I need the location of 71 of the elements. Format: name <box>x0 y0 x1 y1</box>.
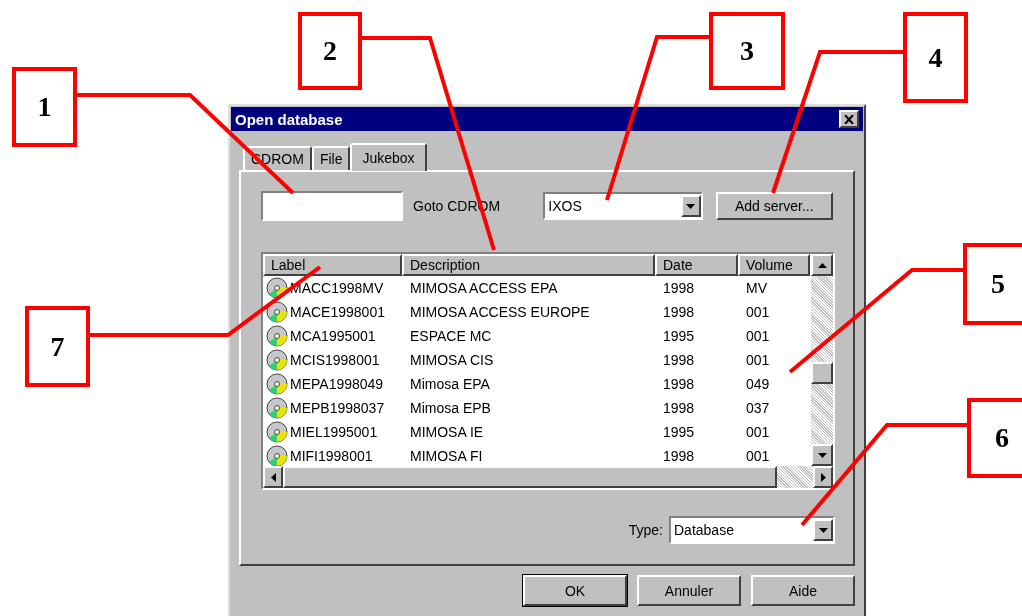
table-cell: 037 <box>746 400 770 416</box>
close-icon <box>844 114 854 124</box>
disc-icon <box>266 421 288 443</box>
table-cell: MV <box>746 280 767 296</box>
table-cell: Mimosa EPB <box>410 400 491 416</box>
column-header[interactable]: Description <box>402 254 655 276</box>
table-cell: MACE1998001 <box>290 304 385 320</box>
table-cell: 001 <box>746 304 770 320</box>
callout-number: 1 <box>12 67 77 147</box>
table-cell: MEPA1998049 <box>290 376 384 392</box>
vertical-scrollbar[interactable] <box>811 254 833 466</box>
table-cell: 049 <box>746 376 770 392</box>
table-cell: 001 <box>746 424 770 440</box>
disc-icon <box>266 397 288 419</box>
table-cell: 001 <box>746 352 770 368</box>
table-cell: 1998 <box>663 448 695 464</box>
tab[interactable]: File <box>311 146 351 170</box>
table-cell: 1998 <box>663 352 695 368</box>
table-cell: MEPB1998037 <box>290 400 385 416</box>
disc-icon <box>266 349 288 371</box>
table-cell: 1995 <box>663 424 695 440</box>
callout-number: 3 <box>709 12 785 90</box>
column-header[interactable]: Date <box>655 254 738 276</box>
disc-icon <box>266 373 288 395</box>
window-title: Open database <box>235 110 343 128</box>
dialog-button[interactable]: Aide <box>751 575 855 606</box>
caret-icon <box>686 203 696 209</box>
disc-icon <box>266 325 288 347</box>
table-cell: MCA1995001 <box>290 328 376 344</box>
table-cell: MACC1998MV <box>290 280 384 296</box>
up-arrow-icon <box>817 262 827 268</box>
tab[interactable]: Jukebox <box>350 143 427 171</box>
table-cell: MIMOSA FI <box>410 448 483 464</box>
right-arrow-icon <box>820 472 826 482</box>
left-arrow-icon <box>270 472 276 482</box>
column-header[interactable]: Label <box>263 254 402 276</box>
table-cell: MIEL1995001 <box>290 424 378 440</box>
down-arrow-icon <box>817 452 827 458</box>
dialog-button[interactable]: Annuler <box>637 575 741 606</box>
callout-number: 6 <box>967 398 1022 478</box>
table-cell: 1998 <box>663 304 695 320</box>
disc-icon <box>266 301 288 323</box>
caret-icon <box>818 527 828 533</box>
table-cell: 001 <box>746 448 770 464</box>
table-cell: MIMOSA CIS <box>410 352 494 368</box>
field-label: Type: <box>628 522 663 538</box>
close-button[interactable] <box>839 110 859 128</box>
table-cell: ESPACE MC <box>410 328 492 344</box>
input-field[interactable] <box>261 191 403 221</box>
table-cell: 001 <box>746 328 770 344</box>
table-cell: 1998 <box>663 376 695 392</box>
table-cell: MIMOSA IE <box>410 424 484 440</box>
table-cell: 1998 <box>663 400 695 416</box>
callout-number: 4 <box>903 12 968 103</box>
add-server-button[interactable]: Add server... <box>715 192 833 220</box>
callout-number: 5 <box>963 243 1022 325</box>
scrollbar-thumb[interactable] <box>811 362 833 384</box>
table-cell: MCIS1998001 <box>290 352 380 368</box>
dialog-button[interactable]: OK <box>523 575 627 606</box>
callout-number: 7 <box>25 306 90 387</box>
table-cell: 1998 <box>663 280 695 296</box>
table-cell: 1995 <box>663 328 695 344</box>
table-cell: Mimosa EPA <box>410 376 490 392</box>
type-dropdown[interactable]: Database <box>669 516 835 544</box>
disc-icon <box>266 277 288 299</box>
column-header[interactable]: Volume <box>738 254 810 276</box>
server-dropdown[interactable]: IXOS <box>543 192 703 220</box>
table-cell: MIMOSA ACCESS EUROPE <box>410 304 590 320</box>
table-cell: MIMOSA ACCESS EPA <box>410 280 558 296</box>
table-cell: MIFI1998001 <box>290 448 373 464</box>
callout-number: 2 <box>298 12 362 90</box>
